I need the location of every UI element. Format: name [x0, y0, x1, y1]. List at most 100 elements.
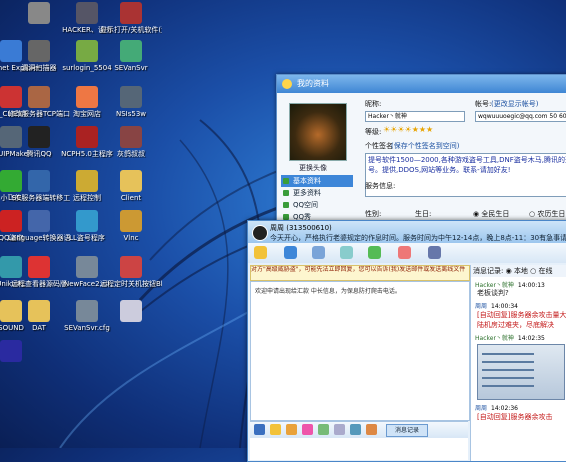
magic-emoji-icon[interactable] [286, 424, 297, 435]
send-file-icon[interactable] [312, 246, 325, 259]
nickname-field[interactable]: Hacker丶就神 [365, 111, 465, 122]
change-account-link[interactable]: (更改显示帐号) [491, 99, 538, 109]
desktop-icon-image [76, 300, 98, 322]
message-input[interactable] [250, 438, 468, 460]
desktop-icon-image [76, 256, 98, 278]
desktop-icon-image [120, 300, 142, 322]
history-screenshot-image[interactable] [477, 344, 565, 400]
desktop-icon-label: 灰鸽叔叔 [117, 150, 145, 158]
desktop-icon[interactable]: 远程定时关机按钮Bldav [100, 256, 162, 288]
sidebar-item-more[interactable]: 更多资料 [281, 187, 353, 199]
history-radio-local-label: 本地 [513, 267, 528, 275]
desktop-icon-image [76, 170, 98, 192]
radio-public-birthday[interactable]: ◉ 全民生日 [473, 209, 509, 219]
desktop-icon-image [28, 256, 50, 278]
desktop-icon-image [0, 340, 22, 362]
history-radio-online[interactable]: ○ 在线 [530, 267, 552, 275]
sidebar-item-basic[interactable]: 基本资料 [281, 175, 353, 187]
gender-label: 性别: [365, 210, 382, 218]
desktop-icon-image [28, 86, 50, 108]
desktop-icon[interactable]: 显示打开/关机软件(远程)... [100, 2, 162, 34]
desktop-icon-image [28, 210, 50, 232]
desktop-icon-image [120, 210, 142, 232]
profile-sidebar: 基本资料 更多资料 QQ空间 QQ秀 [281, 175, 353, 223]
signature-save-link[interactable]: (保存个性签名到空间) [391, 141, 459, 151]
desktop-icon[interactable]: Client [100, 170, 162, 202]
birthday-label: 生日: [415, 210, 432, 218]
desktop-icon[interactable]: NSIs53w [100, 86, 162, 118]
desktop-icon[interactable] [0, 340, 42, 364]
desktop-icon-label: Client [120, 194, 142, 202]
history-msg-sender: Hacker丶就神 14:00:13 [475, 282, 545, 289]
history-msg-sender: 周周 14:02:36 [475, 405, 518, 412]
shake-icon[interactable] [302, 424, 313, 435]
change-avatar-button[interactable]: 更换头像 [299, 163, 327, 173]
desktop-icon-image [28, 126, 50, 148]
history-button[interactable]: 消息记录 [386, 424, 428, 437]
contact-status-message: 今天开心，严格执行老婆规定的作息时间。服务时间为中午12-14点，晚上8点-11… [270, 234, 566, 242]
voice-message-icon[interactable] [318, 424, 329, 435]
account-label: 帐号: [475, 100, 492, 108]
profile-window-titlebar[interactable]: 我的资料 [277, 75, 566, 93]
history-msg-text: [自动回复]服务器余攻击 [477, 413, 553, 421]
chat-message-area[interactable]: 欢迎申请出现给汇款 中长信息，为保息防打爬击电话。 [250, 281, 470, 421]
signature-label: 个性签名 [365, 142, 393, 150]
voice-call-icon[interactable] [284, 246, 297, 259]
desktop-icon-image [76, 2, 98, 24]
desktop-icon-image [120, 40, 142, 62]
sidebar-item-qzone[interactable]: QQ空间 [281, 199, 353, 211]
remote-assist-icon[interactable] [340, 246, 353, 259]
chat-window-title: 周周 (313500610) [270, 224, 332, 232]
history-msg-text: [自动回复]服务器余攻击量大本陆机房过难夹，尽底解决 [477, 311, 566, 329]
profile-window-title: 我的资料 [297, 79, 329, 88]
desktop-icon-image [120, 256, 142, 278]
desktop-icon-image [120, 86, 142, 108]
desktop-icon-label: 显示打开/关机软件(远程)... [100, 26, 162, 34]
more-icon[interactable] [428, 246, 441, 259]
input-toolbar: 消息记录 [250, 421, 468, 438]
app-icon[interactable] [398, 246, 411, 259]
history-radio-local[interactable]: ◉ 本地 [506, 267, 528, 275]
desktop-icon-label: SEVanSvr [114, 64, 148, 72]
desktop-icon-image [28, 40, 50, 62]
history-header-label: 消息记录: [473, 267, 504, 275]
level-stars: ☀☀☀☀★★★ [383, 125, 434, 134]
contact-avatar-icon[interactable] [252, 225, 268, 241]
create-group-icon[interactable] [368, 246, 381, 259]
chat-window-titlebar[interactable]: 周周 (313500610) 今天开心，严格执行老婆规定的作息时间。服务时间为中… [248, 221, 566, 243]
profile-window: 我的资料 更换头像 基本资料 更多资料 QQ空间 QQ秀 昵称: Hacker丶… [276, 74, 566, 236]
email-field[interactable]: wqwuuuoegic@qq.com 50 605 1006 [475, 111, 566, 122]
desktop-icon-image [120, 126, 142, 148]
font-icon[interactable] [254, 424, 265, 435]
desktop-icon[interactable] [100, 300, 162, 324]
desktop-icon[interactable]: 灰鸽叔叔 [100, 126, 162, 158]
screenshot-icon[interactable] [350, 424, 361, 435]
video-call-icon[interactable] [254, 246, 267, 259]
desktop-icon-label: SEVanSvr.cfg [64, 324, 110, 332]
level-label: 等级: [365, 128, 382, 136]
desktop-icon[interactable]: Vlnc [100, 210, 162, 242]
desktop-icon-image [76, 126, 98, 148]
history-panel: 消息记录: ◉ 本地 ○ 在线 Hacker丶就神 14:00:13 老板谈判? … [470, 265, 566, 461]
history-msg-sender: 周周 14:00:34 [475, 303, 518, 310]
image-icon[interactable] [334, 424, 345, 435]
history-msg-sender: Hacker丶就神 14:02:35 [475, 335, 545, 342]
desktop-icon-image [120, 170, 142, 192]
desktop-icon-image [28, 2, 50, 24]
desktop-icon-image [120, 2, 142, 24]
emoji-icon[interactable] [270, 424, 281, 435]
desktop-icon-image [76, 86, 98, 108]
chat-toolbar [248, 243, 566, 263]
desktop-icon-label: NSIs53w [115, 110, 147, 118]
desktop-icon-label: 远程定时关机按钮Bldav [100, 280, 162, 288]
radio-lunar-label: 农历生日 [537, 210, 566, 218]
radio-lunar-birthday[interactable]: ○ 农历生日 [529, 209, 565, 219]
desktop-icon-image [76, 40, 98, 62]
avatar[interactable] [289, 103, 347, 161]
desktop-icon[interactable]: SEVanSvr [100, 40, 162, 72]
history-radio-online-label: 在线 [538, 267, 553, 275]
status-label: 服务信息: [365, 182, 396, 190]
history-header: 消息记录: ◉ 本地 ○ 在线 [471, 265, 566, 277]
offline-notice: 对方"高级威胁盗"，可能先法立即回复，您可以告诉(我)发送邮件或发送离线文件 [250, 265, 470, 281]
music-icon[interactable] [366, 424, 377, 435]
